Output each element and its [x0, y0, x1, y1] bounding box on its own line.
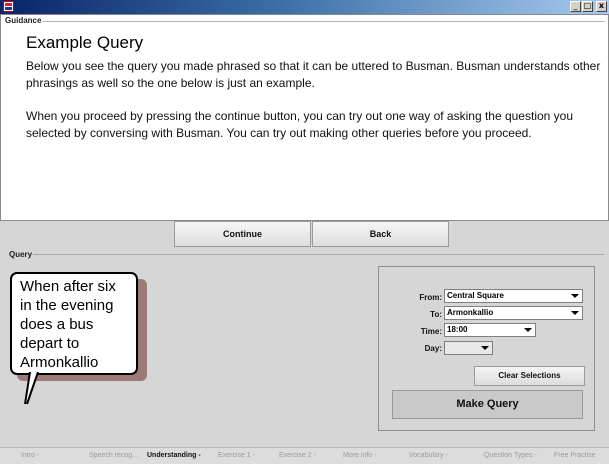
- to-label: To:: [430, 310, 442, 319]
- from-select[interactable]: Central Square: [444, 289, 583, 303]
- minimize-button[interactable]: _: [570, 1, 581, 12]
- time-select[interactable]: 18:00: [444, 323, 536, 337]
- from-value: Central Square: [447, 291, 504, 300]
- guidance-heading: Example Query: [26, 33, 144, 52]
- time-label: Time:: [420, 327, 442, 336]
- app-icon: [3, 1, 14, 12]
- maximize-button[interactable]: □: [582, 1, 593, 12]
- chevron-down-icon: [524, 328, 532, 332]
- step-exercise-2[interactable]: Exercise 2 -: [279, 452, 316, 459]
- chevron-down-icon: [571, 311, 579, 315]
- progress-steps-bar: Intro - Speech recog... Understanding - …: [0, 447, 609, 464]
- step-vocabulary[interactable]: Vocabulary -: [409, 452, 448, 459]
- day-select[interactable]: [444, 341, 493, 355]
- day-label: Day:: [424, 344, 442, 353]
- chevron-down-icon: [571, 294, 579, 298]
- guidance-legend: Guidance: [4, 16, 43, 25]
- close-button[interactable]: x: [596, 1, 607, 12]
- title-bar: _ □ x: [0, 0, 609, 14]
- step-exercise-1[interactable]: Exercise 1 -: [218, 452, 255, 459]
- back-button[interactable]: Back: [312, 221, 449, 247]
- guidance-paragraph-1: Below you see the query you made phrased…: [26, 59, 601, 90]
- to-value: Armonkallio: [447, 308, 494, 317]
- window-controls: _ □ x: [570, 1, 607, 12]
- step-question-types[interactable]: Question Types -: [484, 452, 537, 459]
- to-select[interactable]: Armonkallio: [444, 306, 583, 320]
- speech-bubble: When after six in the evening does a bus…: [10, 272, 138, 375]
- make-query-button[interactable]: Make Query: [392, 390, 583, 419]
- query-legend: Query: [8, 250, 34, 259]
- step-more-info[interactable]: More info -: [343, 452, 376, 459]
- step-intro[interactable]: Intro -: [21, 452, 39, 459]
- from-label: From:: [419, 293, 442, 302]
- chevron-down-icon: [481, 346, 489, 350]
- continue-button[interactable]: Continue: [174, 221, 311, 247]
- guidance-paragraph-2: When you proceed by pressing the continu…: [26, 109, 574, 140]
- clear-selections-button[interactable]: Clear Selections: [474, 366, 585, 386]
- step-free-practise[interactable]: Free Practise: [554, 452, 596, 459]
- speech-bubble-text: When after six in the evening does a bus…: [20, 278, 116, 371]
- step-understanding[interactable]: Understanding -: [147, 452, 201, 459]
- time-value: 18:00: [447, 325, 468, 334]
- speech-bubble-tail: [24, 372, 39, 405]
- step-speech-recognition[interactable]: Speech recog...: [89, 452, 138, 459]
